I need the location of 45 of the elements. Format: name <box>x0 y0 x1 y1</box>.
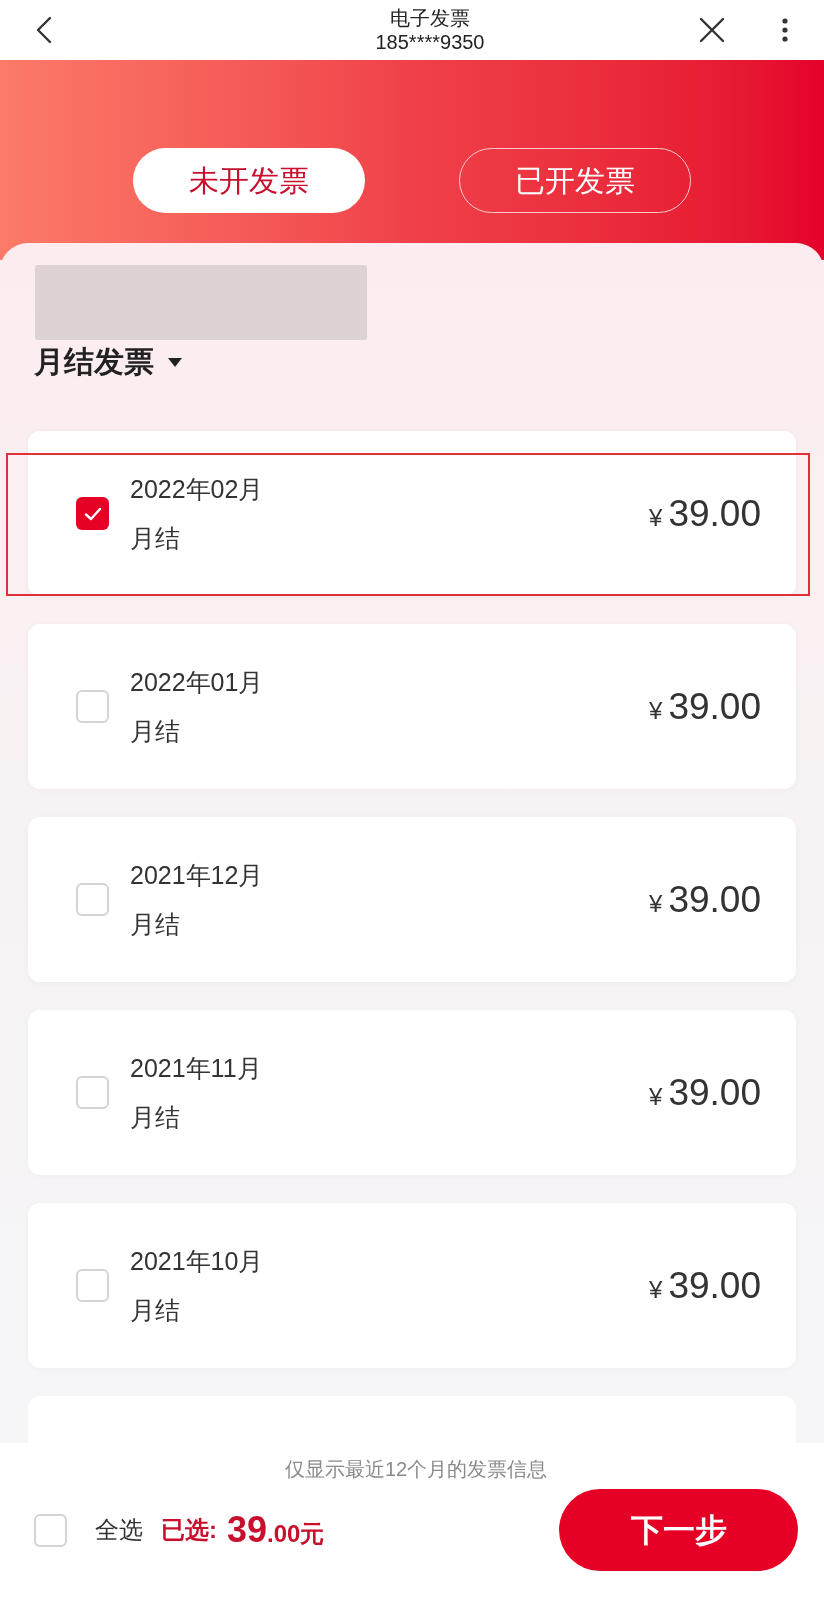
invoice-type: 月结 <box>130 1295 181 1326</box>
invoice-card[interactable]: 2022年01月 月结 ¥ 39.00 <box>28 624 796 789</box>
invoice-amount: 39.00 <box>668 684 761 729</box>
select-all-label[interactable]: 全选 <box>95 1512 143 1548</box>
invoice-card[interactable]: 2021年10月 月结 ¥ 39.00 <box>28 1203 796 1368</box>
phone-number: 185****9350 <box>375 30 485 54</box>
invoice-card[interactable]: 2022年02月 月结 ¥ 39.00 <box>28 431 796 596</box>
invoice-type: 月结 <box>130 716 181 747</box>
checkbox[interactable] <box>76 690 109 723</box>
select-all-checkbox[interactable] <box>34 1513 67 1547</box>
invoice-period: 2021年10月 <box>130 1246 264 1277</box>
checkbox[interactable] <box>76 1269 109 1302</box>
invoice-amount: 39.00 <box>668 1263 761 1308</box>
invoice-card[interactable]: 2021年11月 月结 ¥ 39.00 <box>28 1010 796 1175</box>
currency-symbol: ¥ <box>649 1081 663 1112</box>
page-title: 电子发票 <box>390 6 470 30</box>
total-decimal: .00元 <box>267 1519 325 1549</box>
invoice-type: 月结 <box>130 909 181 940</box>
back-icon[interactable] <box>36 16 52 44</box>
selected-label: 已选: <box>161 1515 217 1545</box>
currency-symbol: ¥ <box>649 695 663 726</box>
checkbox[interactable] <box>76 1076 109 1109</box>
checkbox[interactable] <box>76 883 109 916</box>
invoice-period: 2022年02月 <box>130 474 264 505</box>
more-icon[interactable] <box>782 18 788 42</box>
invoice-type: 月结 <box>130 1102 181 1133</box>
caret-icon[interactable] <box>168 357 182 367</box>
total-amount: 39 <box>227 1508 268 1552</box>
currency-symbol: ¥ <box>649 888 663 919</box>
footer-note: 仅显示最近12个月的发票信息 <box>284 1457 548 1482</box>
invoice-amount: 39.00 <box>668 491 761 536</box>
invoice-amount: 39.00 <box>668 877 761 922</box>
invoice-period: 2021年12月 <box>130 860 264 891</box>
currency-symbol: ¥ <box>649 502 663 533</box>
invoice-period: 2022年01月 <box>130 667 264 698</box>
checkbox[interactable] <box>76 497 109 530</box>
invoice-type: 月结 <box>130 523 181 554</box>
invoice-card[interactable]: 2021年12月 月结 ¥ 39.00 <box>28 817 796 982</box>
invoice-period: 2021年11月 <box>130 1053 262 1084</box>
invoice-amount: 39.00 <box>668 1070 761 1115</box>
currency-symbol: ¥ <box>649 1274 663 1305</box>
tab[interactable]: 未开发票 <box>133 148 365 213</box>
close-icon[interactable] <box>698 16 726 44</box>
next-button[interactable]: 下一步 <box>559 1489 798 1571</box>
section-title[interactable]: 月结发票 <box>34 344 154 380</box>
